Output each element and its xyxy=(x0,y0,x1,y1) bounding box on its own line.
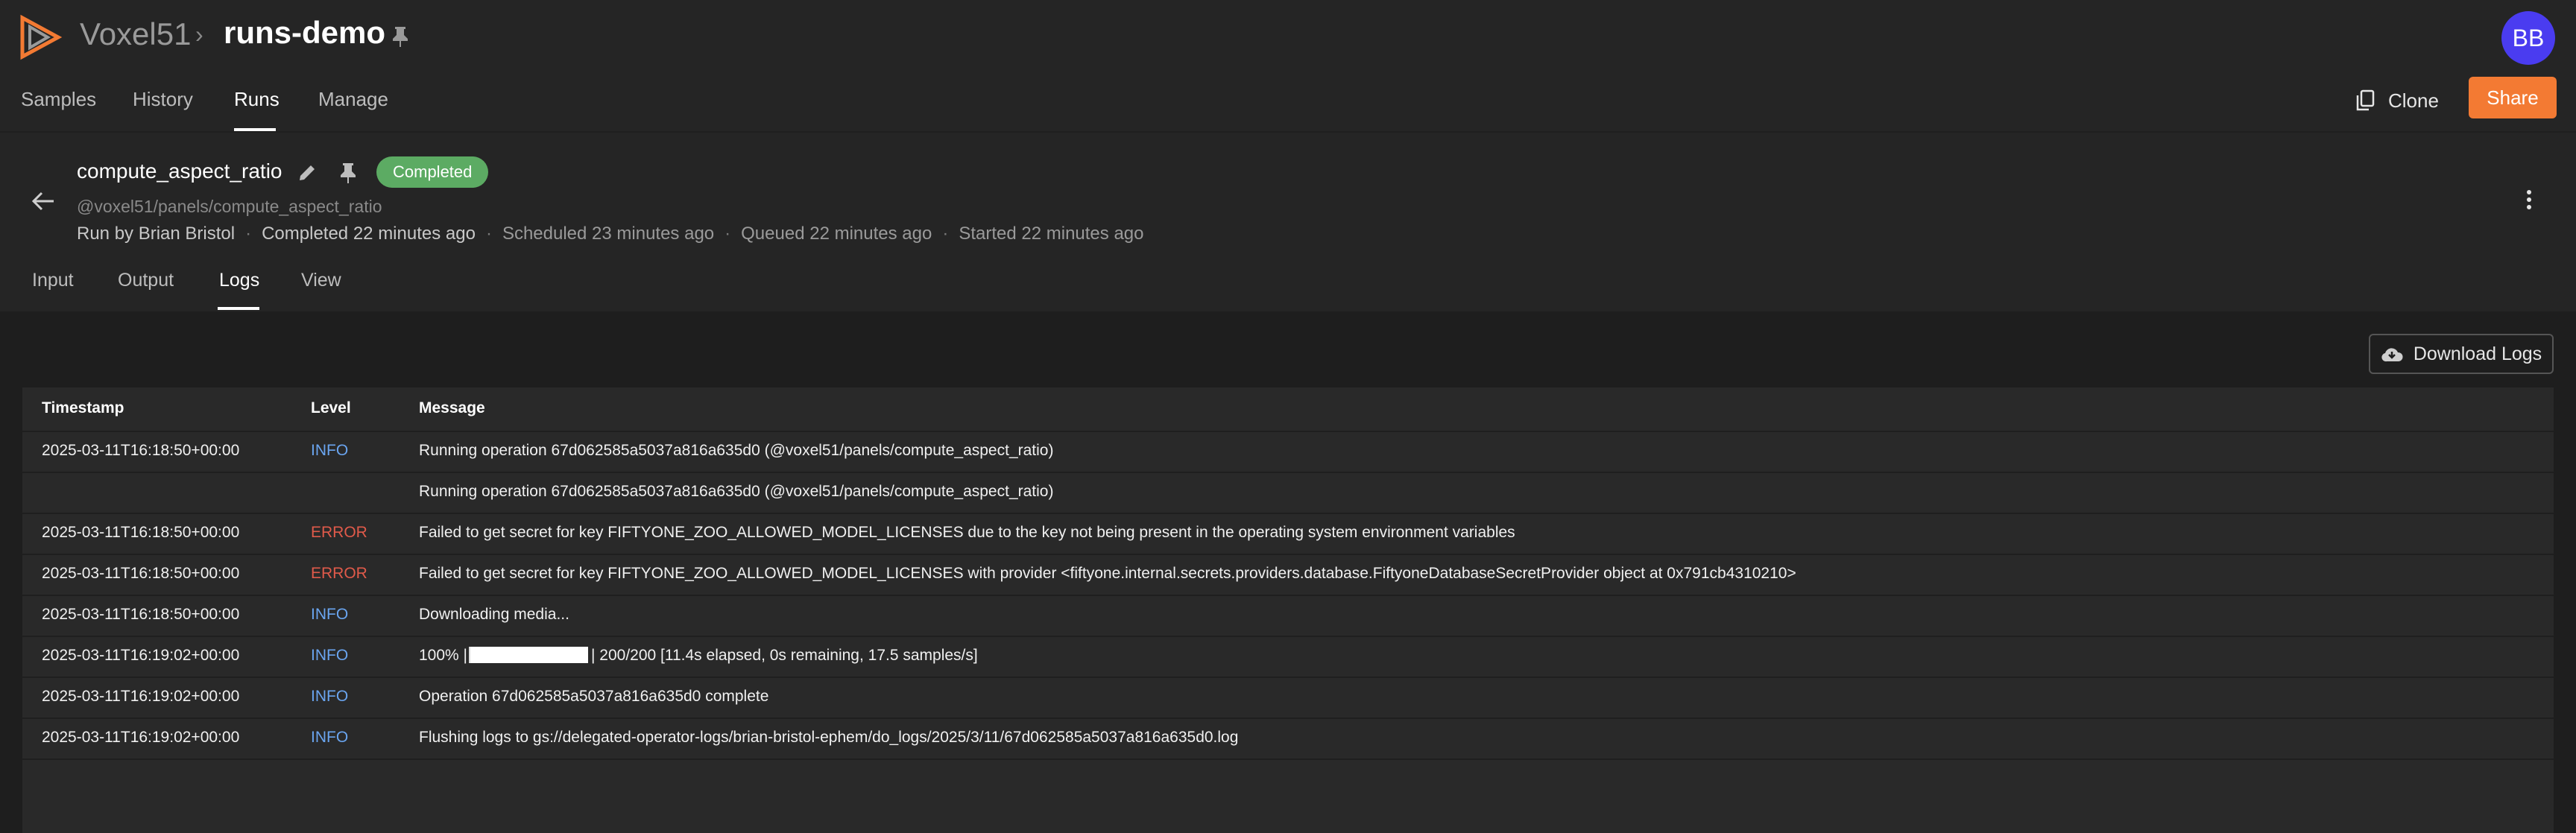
meta-separator: · xyxy=(245,224,252,244)
tab-samples[interactable]: Samples xyxy=(21,88,96,111)
queued-time: Queued 22 minutes ago xyxy=(741,224,932,244)
active-tab-indicator xyxy=(234,128,276,131)
column-header-level: Level xyxy=(311,399,351,417)
active-subtab-indicator xyxy=(218,307,259,310)
run-name: compute_aspect_ratio xyxy=(77,159,282,183)
download-logs-label: Download Logs xyxy=(2413,343,2542,364)
clone-label: Clone xyxy=(2388,89,2439,112)
log-level: INFO xyxy=(311,606,349,623)
tab-manage[interactable]: Manage xyxy=(318,88,388,111)
log-level: INFO xyxy=(311,647,349,664)
dataset-name[interactable]: runs-demo xyxy=(224,15,385,51)
log-message: Flushing logs to gs://delegated-operator… xyxy=(419,729,1239,746)
status-badge: Completed xyxy=(376,156,489,188)
table-header: Timestamp Level Message xyxy=(22,387,2554,432)
more-vert-icon[interactable] xyxy=(2524,188,2534,212)
meta-separator: · xyxy=(724,224,731,244)
breadcrumb-separator: › xyxy=(195,21,203,48)
log-level: INFO xyxy=(311,688,349,705)
table-row: 2025-03-11T16:19:02+00:00 INFO Flushing lo… xyxy=(22,718,2554,760)
tab-history[interactable]: History xyxy=(133,88,193,111)
brand-name[interactable]: Voxel51 xyxy=(80,16,191,52)
log-timestamp: 2025-03-11T16:19:02+00:00 xyxy=(42,647,240,664)
tab-output[interactable]: Output xyxy=(118,270,174,291)
log-message: Downloading media... xyxy=(419,606,569,623)
copy-icon xyxy=(2356,89,2375,111)
log-timestamp: 2025-03-11T16:18:50+00:00 xyxy=(42,524,240,541)
progress-bar xyxy=(469,647,588,663)
tab-view[interactable]: View xyxy=(301,270,341,291)
table-row: Running operation 67d062585a5037a816a635… xyxy=(22,472,2554,514)
table-row: 2025-03-11T16:18:50+00:00 INFO Running ope… xyxy=(22,431,2554,473)
log-message: Operation 67d062585a5037a816a635d0 compl… xyxy=(419,688,769,705)
arrow-left-icon[interactable] xyxy=(30,189,57,213)
table-row: 2025-03-11T16:18:50+00:00 INFO Downloading… xyxy=(22,595,2554,637)
log-message-prefix: 100% | xyxy=(419,647,467,664)
log-timestamp: 2025-03-11T16:18:50+00:00 xyxy=(42,606,240,623)
table-row: 2025-03-11T16:18:50+00:00 ERROR Failed to … xyxy=(22,554,2554,596)
started-time: Started 22 minutes ago xyxy=(959,224,1144,244)
scheduled-time: Scheduled 23 minutes ago xyxy=(502,224,715,244)
voxel51-logo-icon[interactable] xyxy=(18,13,63,61)
main-tabs: Samples History Runs Manage xyxy=(0,75,2576,133)
column-header-message: Message xyxy=(419,399,485,417)
log-timestamp: 2025-03-11T16:19:02+00:00 xyxy=(42,688,240,705)
log-level: INFO xyxy=(311,729,349,746)
meta-separator: · xyxy=(942,224,949,244)
log-level: ERROR xyxy=(311,524,367,541)
log-message: Failed to get secret for key FIFTYONE_ZO… xyxy=(419,565,1796,582)
log-message: 100% | | 200/200 [11.4s elapsed, 0s remai… xyxy=(419,647,978,665)
edit-icon[interactable] xyxy=(297,162,318,183)
operator-uri: @voxel51/panels/compute_aspect_ratio xyxy=(77,197,382,216)
top-bar: Voxel51 › runs-demo BB xyxy=(0,0,2576,75)
table-row: 2025-03-11T16:18:50+00:00 ERROR Failed to … xyxy=(22,513,2554,555)
log-level: ERROR xyxy=(311,565,367,582)
log-message: Running operation 67d062585a5037a816a635… xyxy=(419,442,1054,459)
download-logs-button[interactable]: Download Logs xyxy=(2369,334,2554,374)
tab-runs[interactable]: Runs xyxy=(234,88,280,111)
meta-separator: · xyxy=(485,224,492,244)
log-timestamp: 2025-03-11T16:18:50+00:00 xyxy=(42,442,240,459)
tab-logs[interactable]: Logs xyxy=(219,270,259,291)
pin-icon[interactable] xyxy=(391,25,410,48)
log-timestamp: 2025-03-11T16:18:50+00:00 xyxy=(42,565,240,582)
table-row: 2025-03-11T16:19:02+00:00 INFO 100% | | 200… xyxy=(22,636,2554,678)
run-metadata: Run by Brian Bristol · Completed 22 minute… xyxy=(77,224,1143,244)
pin-icon[interactable] xyxy=(338,162,358,184)
cloud-download-icon xyxy=(2381,348,2403,362)
log-message: Failed to get secret for key FIFTYONE_ZO… xyxy=(419,524,1515,541)
logs-table: Timestamp Level Message 2025-03-11T16:18… xyxy=(22,387,2554,833)
table-row: 2025-03-11T16:19:02+00:00 INFO Operation 6… xyxy=(22,677,2554,719)
avatar[interactable]: BB xyxy=(2501,11,2555,65)
tab-input[interactable]: Input xyxy=(32,270,74,291)
clone-button[interactable]: Clone xyxy=(2355,83,2439,118)
completed-time: Completed 22 minutes ago xyxy=(262,224,476,244)
log-timestamp: 2025-03-11T16:19:02+00:00 xyxy=(42,729,240,746)
log-message: Running operation 67d062585a5037a816a635… xyxy=(419,483,1054,500)
column-header-timestamp: Timestamp xyxy=(42,399,124,417)
run-by: Run by Brian Bristol xyxy=(77,224,236,244)
log-message-suffix: | 200/200 [11.4s elapsed, 0s remaining, … xyxy=(591,647,978,664)
share-button[interactable]: Share xyxy=(2469,77,2557,118)
log-level: INFO xyxy=(311,442,349,459)
